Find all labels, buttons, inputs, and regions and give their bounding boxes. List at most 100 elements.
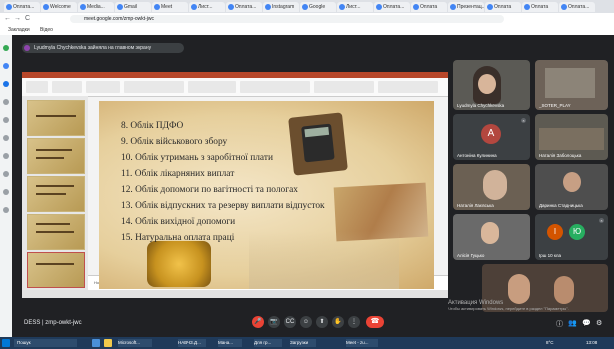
browser-tab[interactable]: Оплата [522, 2, 558, 12]
tab-label: Gmail [124, 4, 138, 10]
taskbar-item[interactable]: Meet - zu... [346, 339, 378, 347]
ribbon-group[interactable] [26, 81, 48, 93]
participant-name: Lyudmyla Chychkevska [457, 103, 505, 108]
browser-tab[interactable]: Meet [152, 2, 188, 12]
camera-button[interactable]: 📷 [268, 316, 280, 328]
start-icon[interactable] [2, 339, 10, 347]
taskbar-item[interactable]: НАВЧЗ.Д... [178, 339, 206, 347]
participant-tile[interactable]: Наталія Заболоцька [535, 114, 608, 160]
ribbon-group[interactable] [188, 81, 236, 93]
tab-favicon [561, 4, 567, 10]
participant-tile[interactable]: Даринка Стадницька [535, 164, 608, 210]
slide-text-line: 14. Облік вихідної допомоги [121, 217, 236, 227]
participant-tile[interactable]: Алісія Гуцько [453, 214, 530, 260]
windows-activation-watermark: Активация Windows Чтобы активировать Win… [448, 300, 569, 311]
browser-tab[interactable]: Google [300, 2, 336, 12]
captions-button[interactable]: CC [284, 316, 296, 328]
browser-tab[interactable]: Instagram [263, 2, 299, 12]
browser-tab[interactable]: Оплата... [226, 2, 262, 12]
tab-favicon [154, 4, 160, 10]
browser-tab[interactable]: Лист... [189, 2, 225, 12]
open-book-image [249, 231, 399, 289]
more-options-button[interactable]: ⋮ [348, 316, 360, 328]
sidebar-app-icon[interactable] [3, 171, 9, 177]
ribbon-group[interactable] [314, 81, 374, 93]
slide-thumbnail[interactable] [27, 176, 85, 212]
raise-hand-button[interactable]: ✋ [332, 316, 344, 328]
back-button[interactable]: ← [4, 15, 11, 23]
bookmark-item[interactable]: Вiдео [40, 27, 53, 33]
app-sidebar [0, 35, 12, 337]
reload-button[interactable]: C [25, 15, 30, 23]
forward-button[interactable]: → [14, 15, 21, 23]
browser-tab[interactable]: Презентац... [448, 2, 484, 12]
sidebar-app-icon[interactable] [3, 117, 9, 123]
ribbon-group[interactable] [52, 81, 82, 93]
sidebar-app-icon[interactable] [3, 81, 9, 87]
tab-favicon [265, 4, 271, 10]
sidebar-app-icon[interactable] [3, 99, 9, 105]
mic-button[interactable]: 🎤 [252, 316, 264, 328]
url-field[interactable]: meet.google.com/zmp-owkt-jwc [70, 15, 504, 23]
browser-tab[interactable]: Gmail [115, 2, 151, 12]
sidebar-app-icon[interactable] [3, 135, 9, 141]
meeting-code: DESS | zmp-owkt-jwc [24, 320, 82, 326]
tab-label: Оплата... [235, 4, 257, 10]
ribbon-group[interactable] [240, 81, 310, 93]
sidebar-app-icon[interactable] [3, 63, 9, 69]
tab-label: Оплата... [13, 4, 35, 10]
bookmark-item[interactable]: Закладки [8, 27, 30, 33]
presenter-banner[interactable]: Lyudmyla Chychkevska зайняла на главном … [22, 43, 184, 53]
participant-tile[interactable]: _SOTER_PLAY [535, 60, 608, 110]
browser-tab[interactable]: Оплата... [4, 2, 40, 12]
taskbar-item[interactable]: Для гр... [254, 339, 282, 347]
ribbon-group[interactable] [378, 81, 438, 93]
sidebar-app-icon[interactable] [3, 153, 9, 159]
folder-icon[interactable] [104, 339, 112, 347]
taskbar-item[interactable]: Загрузки [290, 339, 316, 347]
slide-thumbnail[interactable] [27, 138, 85, 174]
windows-taskbar: Пошук Microsoft... НАВЧЗ.Д... Мана... Дл… [0, 337, 614, 349]
participant-tile[interactable]: I Ю × Ірш 10 кла [535, 214, 608, 260]
slide-text-line: 11. Облік лікарняних виплат [121, 169, 235, 179]
taskbar-item[interactable]: Microsoft... [118, 339, 152, 347]
browser-tab[interactable]: Оплата [485, 2, 521, 12]
tab-label: Лист... [346, 4, 361, 10]
tab-label: Оплата [494, 4, 512, 10]
emoji-button[interactable]: ☺ [300, 316, 312, 328]
people-icon[interactable]: 👥 [568, 319, 577, 327]
taskbar-search[interactable]: Пошук [14, 339, 77, 347]
ribbon-group[interactable] [86, 81, 120, 93]
browser-tab[interactable]: Оплата... [374, 2, 410, 12]
participant-tile[interactable]: Lyudmyla Chychkevska [453, 60, 530, 110]
browser-tab[interactable]: Welcome [41, 2, 77, 12]
participant-avatar: I [547, 224, 563, 240]
slide-thumbnail-selected[interactable] [27, 252, 85, 288]
end-call-button[interactable]: ☎ [366, 316, 384, 328]
slide-text-line: 9. Облік військового збору [121, 137, 228, 147]
info-icon[interactable]: ⓘ [556, 319, 563, 329]
taskbar-app-icon[interactable] [92, 339, 100, 347]
browser-tab[interactable]: Оплата... [559, 2, 595, 12]
participant-tile[interactable]: Наталія Лаєвська [453, 164, 530, 210]
activities-icon[interactable]: ⚙ [596, 319, 602, 327]
participant-name: Антоніна Кулинина [457, 153, 497, 158]
tab-label: Презентац... [457, 4, 484, 10]
browser-tab[interactable]: Media... [78, 2, 114, 12]
chat-icon[interactable]: 💬 [582, 319, 591, 327]
tab-favicon [413, 4, 419, 10]
tab-label: Welcome [50, 4, 71, 10]
participant-tile[interactable]: A × Антоніна Кулинина [453, 114, 530, 160]
slide-thumbnail[interactable] [27, 214, 85, 250]
sidebar-app-icon[interactable] [3, 189, 9, 195]
temperature: 8°C [546, 340, 554, 345]
present-button[interactable]: ⬆ [316, 316, 328, 328]
slide-thumbnail[interactable] [27, 100, 85, 136]
sidebar-app-icon[interactable] [3, 207, 9, 213]
ribbon-group[interactable] [124, 81, 184, 93]
browser-tab[interactable]: Оплата [411, 2, 447, 12]
sidebar-app-icon[interactable] [3, 45, 9, 51]
slide-text-line: 13. Облік відпускних та резерву виплати … [121, 201, 325, 211]
browser-tab[interactable]: Лист... [337, 2, 373, 12]
taskbar-item[interactable]: Мана... [218, 339, 242, 347]
